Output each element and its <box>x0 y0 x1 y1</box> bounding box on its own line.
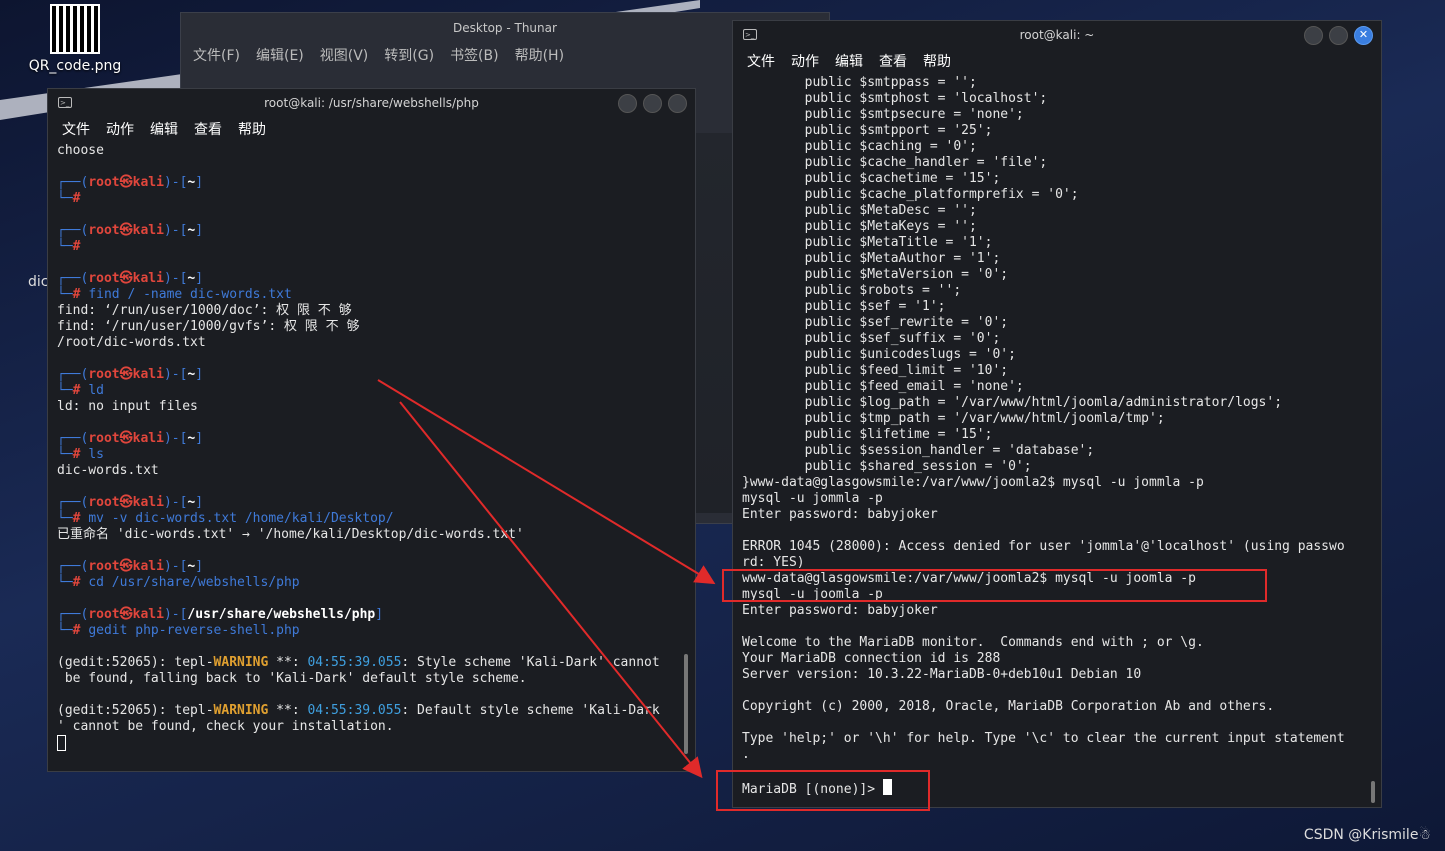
watermark: CSDN @Krismile☃ <box>1303 827 1431 843</box>
annotation-arrows <box>377 379 716 779</box>
arrow-to-mariadb-prompt <box>399 401 703 779</box>
arrow-to-mysql-command <box>377 379 716 585</box>
